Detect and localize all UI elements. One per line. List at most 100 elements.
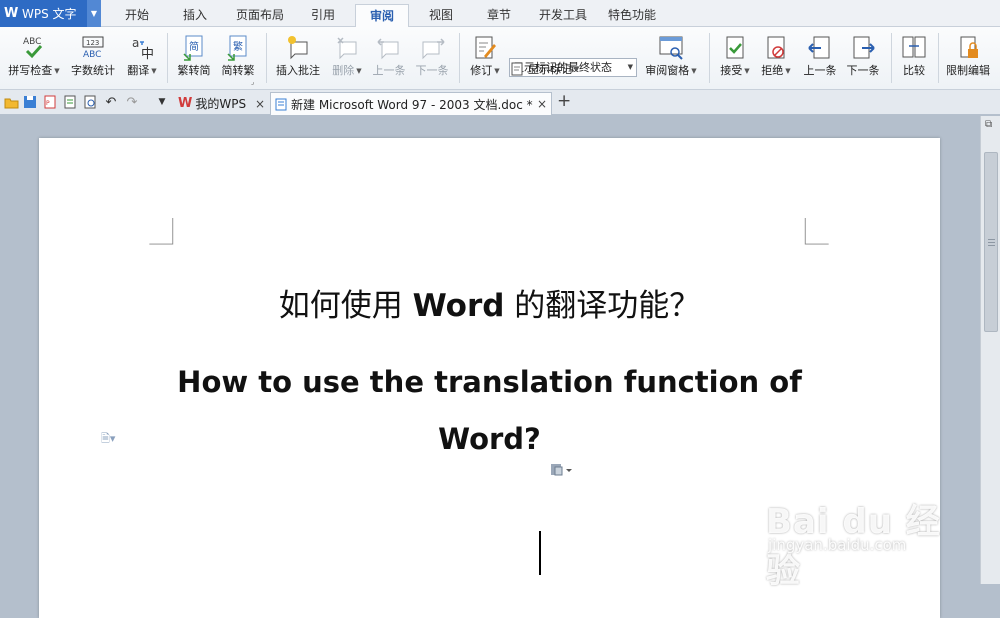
tab-chapter[interactable]: 章节	[476, 4, 522, 27]
export-pdf-icon[interactable]: P	[42, 94, 58, 110]
insert-comment-icon	[272, 30, 324, 64]
next-comment-label: 下一条	[415, 64, 449, 77]
review-pane-button[interactable]: 审阅窗格 ▼	[642, 30, 700, 86]
undo-icon[interactable]: ↶	[103, 94, 119, 110]
review-pane-icon	[642, 30, 700, 64]
accept-change-button[interactable]: 接受 ▼	[716, 30, 754, 86]
document-icon	[275, 98, 287, 110]
paste-options-icon[interactable]	[549, 462, 575, 479]
print-preview-icon[interactable]	[82, 94, 98, 110]
tab-insert[interactable]: 插入	[172, 4, 218, 27]
spell-check-icon: ABC	[4, 30, 64, 64]
reject-change-icon	[757, 30, 795, 64]
accept-change-label: 接受	[720, 64, 743, 77]
dialog-launcher-icon[interactable]: ⌟	[251, 78, 254, 86]
tab-current-document-label: 新建 Microsoft Word 97 - 2003 文档.doc *	[291, 97, 533, 112]
baidu-jingyan-watermark: Bai du 经验 jingyan.baidu.com	[766, 480, 956, 591]
tab-developer[interactable]: 开发工具	[533, 4, 593, 27]
new-tab-plus-icon[interactable]: +	[557, 91, 571, 111]
tab-special-features[interactable]: 特色功能	[602, 4, 662, 27]
track-changes-button[interactable]: 修订 ▼	[466, 30, 504, 86]
app-menu-button[interactable]: W WPS 文字 ▼	[0, 0, 101, 27]
track-changes-label: 修订	[470, 64, 493, 77]
word-count-icon: 123 ABC	[68, 30, 118, 64]
insert-comment-button[interactable]: 插入批注	[272, 30, 324, 86]
tab-references[interactable]: 引用	[300, 4, 346, 27]
reject-change-button[interactable]: 拒绝 ▼	[757, 30, 795, 86]
review-pane-label: 审阅窗格	[645, 64, 690, 77]
delete-comment-icon	[328, 30, 366, 64]
english-heading-line-2: Word?	[438, 422, 541, 456]
next-comment-icon	[412, 30, 452, 64]
translate-icon: a中	[122, 30, 162, 64]
compare-button[interactable]: 比较	[898, 30, 930, 86]
spell-check-label: 拼写检查	[8, 64, 53, 77]
show-markup-label: 显示标记	[528, 63, 572, 76]
lock-icon	[943, 30, 993, 64]
show-markup-button[interactable]: 显示标记 ▼	[510, 61, 579, 77]
restrict-editing-label: 限制编辑	[946, 64, 990, 77]
chinese-heading: 如何使用 Word 的翻译功能？	[39, 280, 940, 325]
delete-comment-button[interactable]: 删除 ▼	[328, 30, 366, 86]
word-count-label: 字数统计	[71, 64, 115, 77]
save-icon[interactable]	[22, 94, 38, 110]
tab-review[interactable]: 审阅	[355, 4, 409, 27]
previous-comment-button[interactable]: 上一条	[369, 30, 409, 86]
tab-home[interactable]: 开始	[114, 4, 160, 27]
chinese-heading-word: Word	[412, 288, 505, 324]
previous-comment-icon	[369, 30, 409, 64]
previous-change-label: 上一条	[803, 64, 837, 77]
paragraph-layout-icon[interactable]: 🗎▾	[101, 430, 115, 449]
word-count-button[interactable]: 123 ABC 字数统计	[68, 30, 118, 86]
translate-button[interactable]: a中 翻译 ▼	[122, 30, 162, 86]
tab-current-document[interactable]: 新建 Microsoft Word 97 - 2003 文档.doc * ×	[270, 92, 552, 115]
reject-change-label: 拒绝	[761, 64, 784, 77]
traditional-to-simplified-label: 繁转简	[177, 64, 211, 77]
tab-page-layout[interactable]: 页面布局	[230, 4, 290, 27]
restrict-editing-button[interactable]: 限制编辑	[943, 30, 993, 86]
redo-icon[interactable]: ↷	[124, 94, 140, 110]
split-view-icon[interactable]: ⧉	[985, 119, 992, 130]
simplified-to-traditional-label: 简转繁	[221, 64, 255, 77]
previous-comment-label: 上一条	[372, 64, 406, 77]
top-right-margin-mark	[804, 218, 829, 245]
next-change-icon	[843, 30, 883, 64]
open-folder-icon[interactable]	[3, 94, 19, 110]
chevron-down-icon[interactable]: ▼	[87, 0, 101, 27]
svg-text:a: a	[132, 36, 139, 50]
print-icon[interactable]	[62, 94, 78, 110]
next-change-button[interactable]: 下一条	[843, 30, 883, 86]
next-change-label: 下一条	[846, 64, 880, 77]
close-icon[interactable]: ×	[255, 97, 265, 111]
svg-text:繁: 繁	[233, 40, 243, 53]
delete-comment-label: 删除	[332, 64, 355, 77]
watermark-url: jingyan.baidu.com	[768, 536, 907, 554]
svg-text:中: 中	[141, 47, 154, 62]
text-cursor	[539, 531, 541, 575]
simplified-to-traditional-icon: 繁	[218, 30, 258, 64]
tab-view[interactable]: 视图	[418, 4, 464, 27]
svg-text:ABC: ABC	[23, 37, 41, 47]
scroll-thumb[interactable]	[984, 152, 998, 332]
vertical-scrollbar[interactable]: ⧉	[980, 116, 1000, 584]
wps-logo-icon: W	[178, 96, 193, 111]
tab-my-wps-label: 我的WPS	[195, 97, 247, 111]
menu-bar: W WPS 文字 ▼ 开始 插入 页面布局 引用 审阅 视图 章节 开发工具 特…	[0, 0, 1000, 27]
traditional-to-simplified-button[interactable]: 简 繁转简	[174, 30, 214, 86]
svg-text:ABC: ABC	[83, 50, 101, 60]
compare-icon	[898, 30, 930, 64]
previous-change-button[interactable]: 上一条	[800, 30, 840, 86]
customize-toolbar-icon[interactable]: ▼	[154, 94, 170, 110]
traditional-to-simplified-icon: 简	[174, 30, 214, 64]
next-comment-button[interactable]: 下一条	[412, 30, 452, 86]
document-tab-bar: P ↶ ↷ ▼ W 我的WPS × 新建 Microsoft Word 97 -…	[0, 90, 1000, 115]
spell-check-button[interactable]: ABC 拼写检查 ▼	[4, 30, 64, 86]
close-icon[interactable]: ×	[537, 97, 547, 111]
chinese-heading-part-2: 的翻译功能？	[504, 288, 701, 324]
accept-change-icon	[716, 30, 754, 64]
previous-change-icon	[800, 30, 840, 64]
svg-text:简: 简	[189, 40, 199, 53]
english-heading-line-1: How to use the translation function of	[177, 365, 802, 399]
tab-my-wps[interactable]: W 我的WPS ×	[174, 92, 269, 115]
chinese-heading-part-1: 如何使用	[278, 288, 413, 324]
